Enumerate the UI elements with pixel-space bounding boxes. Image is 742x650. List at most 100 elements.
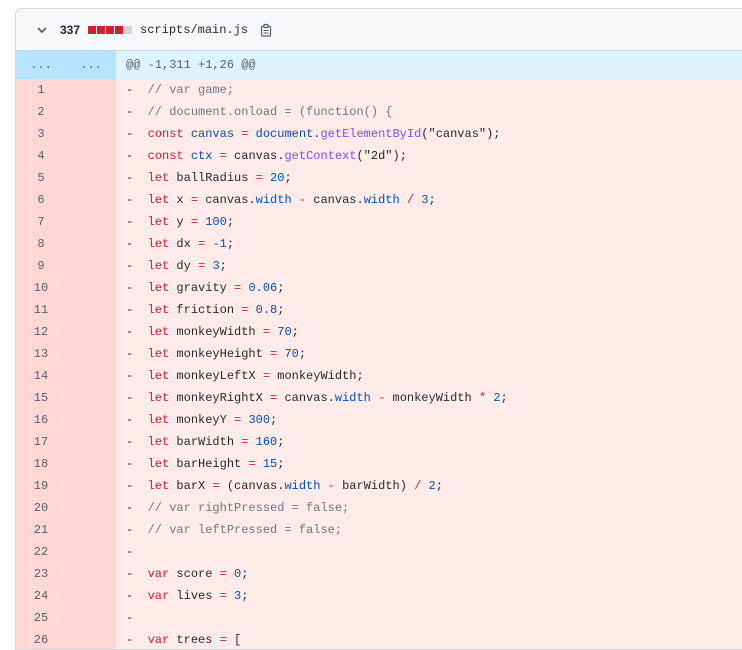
- line-number[interactable]: 20: [16, 497, 66, 519]
- diffstat-deleted-block: [115, 25, 124, 34]
- code-token: monkeyWidth;: [277, 369, 364, 383]
- code-token: var: [147, 633, 177, 647]
- line-number[interactable]: 18: [16, 453, 66, 475]
- code-token: =: [219, 633, 235, 647]
- code-token: let: [147, 457, 177, 471]
- line-number[interactable]: 9: [16, 255, 66, 277]
- code-line: - // document.onload = (function() {: [116, 101, 742, 123]
- code-token: ballRadius: [176, 171, 256, 185]
- new-line-number: [66, 255, 116, 277]
- line-number[interactable]: 19: [16, 475, 66, 497]
- code-token: let: [147, 259, 177, 273]
- new-line-number: [66, 541, 116, 563]
- code-token: document: [255, 127, 314, 141]
- line-number[interactable]: 26: [16, 629, 66, 649]
- code-token: 2: [428, 479, 436, 493]
- line-number[interactable]: 22: [16, 541, 66, 563]
- new-line-number: [66, 277, 116, 299]
- deletion-marker: -: [126, 633, 148, 647]
- line-number[interactable]: 11: [16, 299, 66, 321]
- line-number[interactable]: 10: [16, 277, 66, 299]
- line-number[interactable]: 8: [16, 233, 66, 255]
- code-token: x: [176, 193, 191, 207]
- line-number[interactable]: 3: [16, 123, 66, 145]
- code-token: 20: [270, 171, 285, 185]
- line-number[interactable]: 23: [16, 563, 66, 585]
- line-number[interactable]: 21: [16, 519, 66, 541]
- code-token: 0.06: [248, 281, 278, 295]
- code-token: trees: [176, 633, 220, 647]
- code-token: ;: [277, 303, 285, 317]
- code-token: *: [478, 391, 494, 405]
- code-token: ("2d");: [356, 149, 407, 163]
- code-token: =: [248, 457, 263, 471]
- diff-line: 19 - let barX = (canvas.width - barWidth)…: [16, 475, 742, 497]
- line-number[interactable]: 2: [16, 101, 66, 123]
- diff-line: 2 - // document.onload = (function() {: [16, 101, 742, 123]
- diff-line: 5 - let ballRadius = 20;: [16, 167, 742, 189]
- code-token: let: [147, 193, 177, 207]
- diff-line: 9 - let dy = 3;: [16, 255, 742, 277]
- code-token: // var game;: [147, 83, 235, 97]
- code-token: =: [198, 259, 213, 273]
- diffstat-deleted-block: [88, 25, 97, 34]
- code-token: var: [147, 589, 177, 603]
- code-token: -: [320, 479, 343, 493]
- code-token: monkeyRightX: [176, 391, 271, 405]
- new-line-number: [66, 123, 116, 145]
- new-line-number: [66, 101, 116, 123]
- file-name-link[interactable]: scripts/main.js: [140, 23, 248, 37]
- deletion-marker: -: [126, 545, 148, 559]
- code-token: ;: [277, 457, 285, 471]
- deletion-marker: -: [126, 325, 148, 339]
- code-token: =: [198, 237, 213, 251]
- line-number[interactable]: 16: [16, 409, 66, 431]
- code-line: - const ctx = canvas.getContext("2d");: [116, 145, 742, 167]
- code-token: =: [212, 149, 235, 163]
- code-token: canvas.: [234, 149, 285, 163]
- code-token: let: [147, 237, 177, 251]
- line-number[interactable]: 7: [16, 211, 66, 233]
- code-token: width: [255, 193, 292, 207]
- code-token: let: [147, 413, 177, 427]
- line-number[interactable]: 17: [16, 431, 66, 453]
- chevron-down-icon[interactable]: [35, 23, 49, 37]
- code-token: let: [147, 435, 177, 449]
- line-number[interactable]: 1: [16, 79, 66, 101]
- code-token: let: [147, 391, 177, 405]
- code-token: let: [147, 281, 177, 295]
- deletion-marker: -: [126, 435, 148, 449]
- new-line-number: [66, 299, 116, 321]
- code-token: monkeyHeight: [176, 347, 271, 361]
- line-number[interactable]: 13: [16, 343, 66, 365]
- expand-up-button[interactable]: ...: [16, 51, 66, 79]
- expand-down-button[interactable]: ...: [66, 51, 116, 79]
- code-token: /: [399, 193, 422, 207]
- copy-icon[interactable]: [258, 22, 274, 38]
- code-token: barX: [176, 479, 213, 493]
- code-token: ;: [298, 347, 307, 361]
- line-number[interactable]: 24: [16, 585, 66, 607]
- code-line: - let monkeyHeight = 70;: [116, 343, 742, 365]
- line-number[interactable]: 15: [16, 387, 66, 409]
- diff-line: 14 - let monkeyLeftX = monkeyWidth;: [16, 365, 742, 387]
- file-header: 337 scripts/main.js: [16, 9, 742, 51]
- line-number[interactable]: 4: [16, 145, 66, 167]
- change-count: 337: [60, 22, 81, 37]
- code-token: width: [334, 391, 371, 405]
- diff-line: 12 - let monkeyWidth = 70;: [16, 321, 742, 343]
- code-line: - let barX = (canvas.width - barWidth) /…: [116, 475, 742, 497]
- code-token: ;: [226, 237, 235, 251]
- code-token: 3: [212, 259, 220, 273]
- line-number[interactable]: 25: [16, 607, 66, 629]
- line-number[interactable]: 5: [16, 167, 66, 189]
- code-token: =: [219, 589, 235, 603]
- line-number[interactable]: 6: [16, 189, 66, 211]
- line-number[interactable]: 12: [16, 321, 66, 343]
- code-token: ;: [241, 589, 249, 603]
- line-number[interactable]: 14: [16, 365, 66, 387]
- code-token: ;: [226, 215, 235, 229]
- deletion-marker: -: [126, 127, 148, 141]
- new-line-number: [66, 563, 116, 585]
- code-token: =: [234, 413, 249, 427]
